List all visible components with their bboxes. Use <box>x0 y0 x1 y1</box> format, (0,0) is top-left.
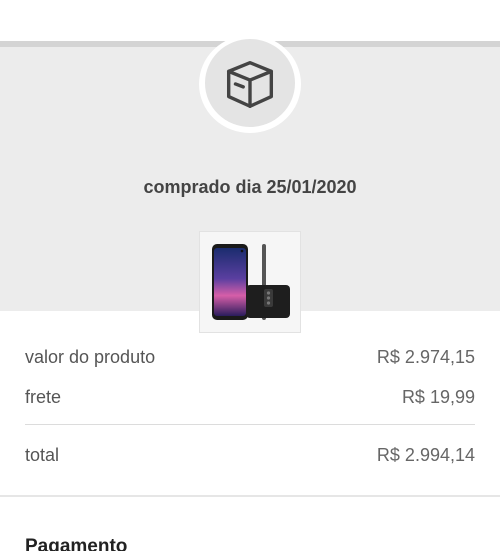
payment-section-title: Pagamento <box>25 536 128 551</box>
shipping-label: frete <box>25 387 62 407</box>
package-box-icon <box>205 39 295 127</box>
summary-row-product: valor do produto R$ 2.974,15 <box>25 347 475 368</box>
purchase-date: comprado dia 25/01/2020 <box>143 177 357 197</box>
product-value-amount: R$ 2.974,15 <box>376 347 475 367</box>
smartphone-product-thumbnail[interactable] <box>199 231 301 333</box>
summary-divider <box>25 424 475 425</box>
order-header-panel: comprado dia 25/01/2020 <box>0 35 500 333</box>
summary-row-shipping: frete R$ 19,99 <box>25 387 475 408</box>
section-divider <box>0 495 500 497</box>
total-amount: R$ 2.994,14 <box>376 445 475 465</box>
product-value-label: valor do produto <box>25 347 156 367</box>
summary-row-total: total R$ 2.994,14 <box>25 445 475 466</box>
shipping-amount: R$ 19,99 <box>401 387 475 407</box>
total-label: total <box>25 445 60 465</box>
